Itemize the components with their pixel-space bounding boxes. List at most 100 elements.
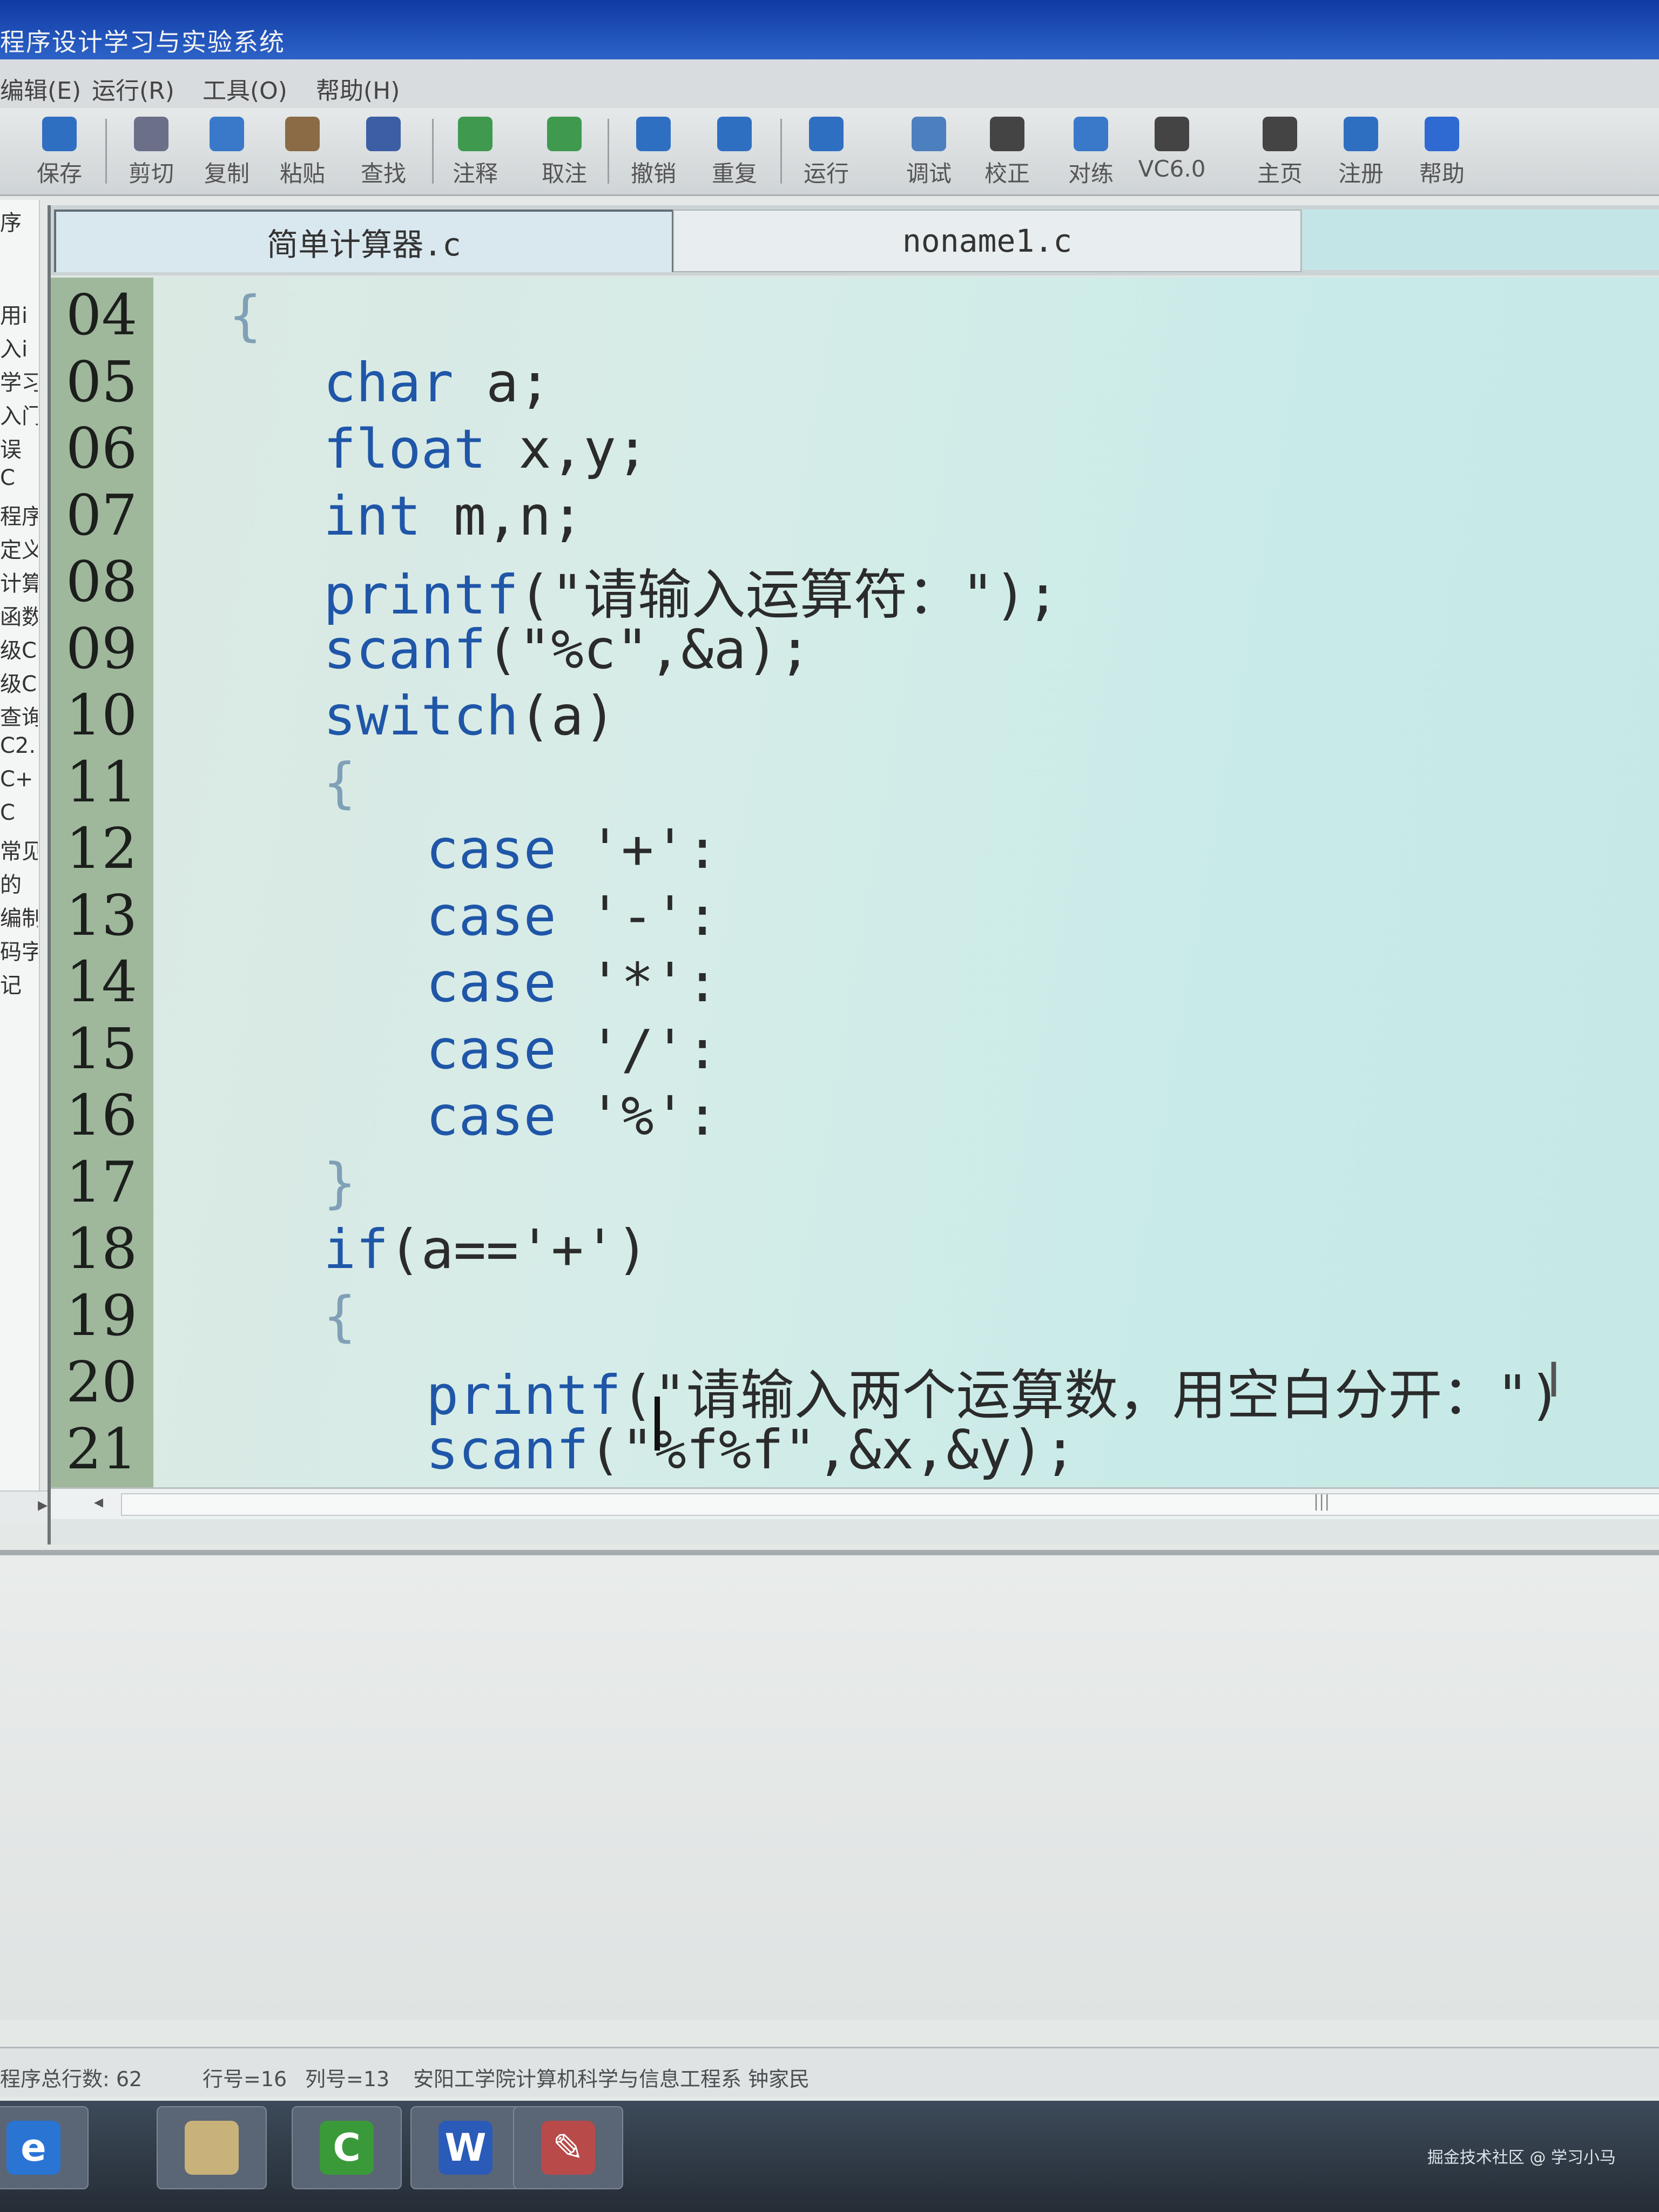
toolbar-label: 剪切 (128, 160, 174, 187)
toolbar-button-3[interactable]: 粘贴 (265, 111, 340, 192)
window-title: 程序设计学习与实验系统 (0, 28, 285, 57)
help-icon (1425, 117, 1459, 151)
code-text[interactable]: float x,y; (323, 417, 649, 481)
taskbar-word-button[interactable]: W (410, 2106, 521, 2189)
code-line: 17} (51, 1145, 1659, 1215)
menu-run[interactable]: 运行(R) (92, 71, 174, 106)
line-number: 12 (66, 815, 138, 881)
toolbar-button-1[interactable]: 剪切 (113, 111, 189, 192)
toolbar-label: 查找 (360, 160, 406, 187)
project-tree-item[interactable]: 记 (0, 968, 38, 999)
code-text[interactable]: scanf("%f%f",&x,&y); (426, 1418, 1076, 1481)
code-text[interactable]: char a; (323, 351, 551, 414)
toolbar-button-8[interactable]: 重复 (697, 111, 772, 192)
toolbar-button-4[interactable]: 查找 (346, 111, 421, 192)
menu-edit[interactable]: 编辑(E) (0, 71, 81, 106)
toolbar-separator (608, 119, 609, 184)
project-tree-item[interactable]: 计算 (0, 566, 38, 597)
toolbar-button-10[interactable]: 调试 (891, 111, 967, 192)
code-text[interactable]: case '%': (426, 1084, 719, 1148)
code-keyword: if (323, 1218, 389, 1281)
line-number: 04 (66, 282, 138, 348)
project-tree-item[interactable]: C+ (0, 767, 38, 792)
code-editor[interactable]: I 04{05 char a; 06 float x,y; 07 int m,n; 08 pr… (51, 278, 1659, 1487)
toolbar-button-6[interactable]: 取注 (527, 111, 602, 192)
toolbar-button-14[interactable]: 主页 (1242, 111, 1318, 192)
menu-tools[interactable]: 工具(O) (203, 71, 287, 106)
project-tree-item[interactable]: C (0, 800, 38, 825)
project-tree-item[interactable]: 码字 (0, 934, 38, 966)
tab-bar-filler (1303, 210, 1659, 270)
project-tree-item[interactable]: 级C (0, 633, 38, 664)
find-icon (366, 117, 401, 151)
toolbar-button-15[interactable]: 注册 (1323, 111, 1399, 192)
code-text[interactable]: { (229, 284, 261, 347)
scroll-right-icon[interactable]: ▸ (38, 1494, 48, 1516)
check-icon (990, 117, 1024, 151)
line-number: 10 (66, 682, 138, 748)
project-tree-item[interactable]: 序 (0, 205, 38, 237)
code-text[interactable]: switch(a) (323, 684, 616, 747)
project-tree-item[interactable]: 误 (0, 432, 38, 463)
toolbar-button-2[interactable]: 复制 (189, 111, 265, 192)
project-tree-item[interactable]: 学习 (0, 365, 38, 396)
status-row: 行号=16 (203, 2067, 287, 2091)
scroll-left-icon[interactable]: ◂ (94, 1491, 103, 1513)
code-text[interactable]: case '-': (426, 885, 719, 948)
toolbar-button-11[interactable]: 校正 (969, 111, 1045, 192)
code-keyword: case (426, 1017, 556, 1081)
horizontal-scrollbar[interactable]: ◂ ||| (51, 1487, 1659, 1519)
project-tree-item[interactable]: 查询 (0, 700, 38, 731)
toolbar-label: 对练 (1068, 160, 1114, 187)
line-number: 19 (66, 1282, 138, 1348)
scrollbar-thumb[interactable] (121, 1493, 1659, 1516)
toolbar-button-9[interactable]: 运行 (788, 111, 864, 192)
code-text[interactable]: int m,n; (323, 484, 584, 548)
code-line: 14 case '*': (51, 945, 1659, 1015)
project-tree-item[interactable]: 常见 (0, 834, 38, 865)
toolbar-button-0[interactable]: 保存 (22, 111, 97, 192)
cut-icon (134, 117, 168, 151)
tab-simple-calculator[interactable]: 简单计算器.c (54, 210, 674, 272)
taskbar-app-button[interactable]: C (292, 2106, 402, 2189)
project-tree-item[interactable]: 级C (0, 666, 38, 698)
scrollbar-grip-icon: ||| (1313, 1492, 1330, 1511)
practice-icon (1074, 117, 1108, 151)
code-line: 05 char a; (51, 345, 1659, 415)
toolbar-button-12[interactable]: 对练 (1053, 111, 1129, 192)
code-text[interactable]: } (323, 1151, 356, 1215)
code-text[interactable]: case '+': (426, 818, 719, 881)
tab-noname1[interactable]: noname1.c (673, 210, 1301, 272)
vc6-button[interactable]: VC6.0 (1134, 111, 1210, 192)
project-tree-item[interactable]: 入门 (0, 399, 38, 430)
project-tree-item[interactable]: 用i (0, 298, 38, 329)
undo-icon (636, 117, 671, 151)
line-number: 14 (66, 949, 138, 1015)
taskbar-ie-button[interactable]: e (0, 2106, 89, 2189)
project-tree-item[interactable]: C (0, 466, 38, 490)
project-tree-item[interactable]: C2. (0, 733, 38, 758)
project-tree-item[interactable]: 程序 (0, 499, 38, 530)
project-tree-item[interactable]: 函数 (0, 599, 38, 631)
project-tree-item[interactable]: 定义 (0, 532, 38, 564)
toolbar-button-16[interactable]: 帮助 (1404, 111, 1480, 192)
project-tree-item[interactable]: 入i (0, 332, 38, 363)
code-text[interactable]: if(a=='+') (323, 1218, 649, 1281)
code-text[interactable]: case '/': (426, 1018, 719, 1081)
code-text[interactable]: case '*': (426, 951, 719, 1014)
code-text[interactable]: scanf("%c",&a); (323, 618, 811, 681)
menu-help[interactable]: 帮助(H) (316, 71, 400, 106)
line-number: 06 (66, 415, 138, 481)
taskbar-tool-button[interactable]: ✎ (513, 2106, 623, 2189)
toolbar-button-7[interactable]: 撤销 (616, 111, 691, 192)
toolbar-label: VC6.0 (1138, 156, 1206, 182)
project-tree-item[interactable]: 编制 (0, 901, 38, 932)
toolbar-button-5[interactable]: 注释 (437, 111, 513, 192)
code-line: 09 scanf("%c",&a); (51, 611, 1659, 682)
app-icon: C (320, 2121, 374, 2175)
taskbar-folder-button[interactable] (157, 2106, 267, 2189)
code-text[interactable]: { (323, 751, 356, 814)
code-line: 16 case '%': (51, 1078, 1659, 1148)
code-text[interactable]: { (323, 1285, 356, 1348)
project-tree-item[interactable]: 的 (0, 867, 38, 899)
